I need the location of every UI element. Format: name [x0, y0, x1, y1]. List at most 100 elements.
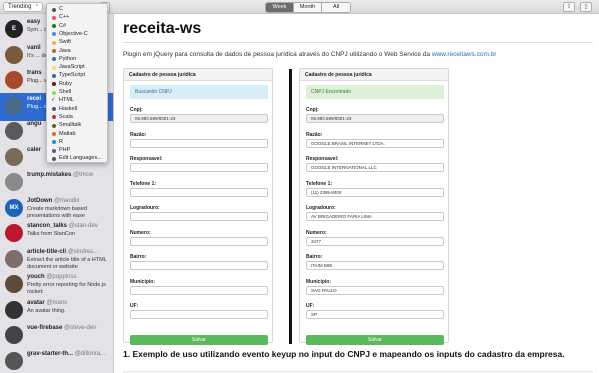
language-color-dot [52, 24, 56, 29]
repo-list-item[interactable]: grav-starter-th... @dillonra... [0, 348, 113, 373]
field-label: UF: [306, 303, 315, 309]
language-color-dot [52, 57, 56, 62]
save-button[interactable]: Salvar [306, 335, 444, 345]
language-color-dot [52, 132, 56, 136]
period-segmented-control: Week Month All [265, 2, 351, 13]
page-title: receita-ws [123, 20, 202, 37]
repo-list-item[interactable]: MX JotDown @mandix Create markdown based p… [0, 195, 113, 223]
language-menu-item[interactable]: JavaScript [47, 63, 107, 72]
language-menu-item[interactable]: Haskell [47, 105, 107, 114]
language-label: TypeScript [59, 72, 85, 79]
repo-name-text: vue-firebase [27, 325, 63, 331]
save-button[interactable]: Salvar [130, 335, 268, 345]
trending-dropdown[interactable]: Trending ⌃ [3, 2, 43, 12]
field-label: Numero: [130, 229, 151, 236]
section-heading: 1. Exemplo de uso utilizando evento keyu… [123, 349, 565, 359]
language-menu-item[interactable]: ✓ HTML [47, 96, 107, 105]
avatar [5, 224, 23, 242]
form-input[interactable]: 06.990.590/0001-23 [130, 114, 268, 123]
form-input[interactable] [130, 212, 268, 221]
repo-name-text: recei [27, 95, 42, 102]
language-menu-item[interactable]: TypeScript [47, 71, 107, 80]
language-menu-item[interactable]: R [47, 138, 107, 147]
repo-list-item[interactable]: youch @poppinss Pretty error reporting fo… [0, 271, 113, 299]
language-menu-item[interactable]: Ruby [47, 80, 107, 89]
segment-all[interactable]: All [322, 3, 350, 12]
language-menu-item[interactable]: Smalltalk [47, 121, 107, 130]
form-input[interactable]: ITAIM BIBI [306, 261, 444, 270]
language-menu-item[interactable]: C [47, 5, 107, 14]
repo-name: youch @poppinss [27, 274, 76, 280]
repo-owner-handle: @poppinss [46, 274, 77, 280]
repo-name: recei [27, 96, 41, 102]
language-label: Python [59, 55, 77, 62]
language-label: R [59, 138, 63, 145]
field-label: Logradouro: [306, 205, 336, 211]
repo-description: Talks from StanCon [27, 231, 75, 237]
form-input[interactable]: SP [306, 310, 444, 319]
language-label: Objective-C [59, 30, 88, 37]
language-color-dot [52, 32, 56, 37]
form-input[interactable]: GOOGLE BRASIL INTERNET LTDA. [306, 138, 444, 148]
language-menu-item[interactable]: Edit Languages... [47, 154, 107, 163]
language-label: Java [59, 47, 71, 54]
language-menu-item[interactable]: C# [47, 22, 107, 31]
language-label: Matlab [59, 130, 76, 137]
language-menu-item[interactable]: Shell [47, 88, 107, 97]
language-menu-item[interactable]: Swift [47, 38, 107, 47]
field-label: Logradouro: [130, 205, 160, 211]
share-icon[interactable]: ⇧ [563, 2, 575, 12]
form-input[interactable] [130, 163, 268, 172]
language-menu-item[interactable]: PHP [47, 146, 107, 155]
segment-month[interactable]: Month [294, 3, 322, 12]
language-label: Edit Languages... [59, 155, 102, 162]
language-menu-item[interactable]: C++ [47, 13, 107, 22]
segment-week[interactable]: Week [266, 3, 294, 12]
language-menu-item[interactable]: Scala [47, 113, 107, 122]
repo-name-text: avatar [27, 299, 45, 306]
repo-list-item[interactable]: avatar @manx An avatar thing. [0, 297, 113, 325]
form-input[interactable]: 3477 [306, 236, 444, 246]
language-menu-item[interactable]: Python [47, 55, 107, 64]
repo-owner-handle: @steve-dev [64, 325, 97, 331]
form-panel-right: Cadastro de pessoa jurídica CNPJ Encontra… [299, 68, 449, 345]
form-header: Cadastro de pessoa jurídica [300, 69, 448, 81]
field-label: Município: [306, 278, 331, 285]
field-label: Bairro: [130, 254, 147, 260]
receitaws-link[interactable]: www.receitaws.com.br [432, 51, 497, 58]
form-input[interactable]: SAO PAULO [306, 285, 444, 295]
form-input[interactable]: (11) 2395-8400 [306, 187, 444, 197]
form-input[interactable] [130, 187, 268, 197]
checkmark-icon: ✓ [51, 97, 56, 104]
sidebar-toggle-icon[interactable]: ▯ [580, 2, 592, 12]
repo-name: easy [27, 19, 40, 25]
language-label: C [59, 6, 63, 12]
language-menu-item[interactable]: Objective-C [47, 30, 107, 39]
form-input[interactable] [130, 236, 268, 246]
form-input[interactable]: 06.990.590/0001-23 [306, 114, 444, 123]
field-label: Numero: [306, 229, 327, 236]
repo-list-item[interactable]: trump.mistakes @tmcw [0, 169, 113, 197]
trending-label: Trending [8, 4, 32, 10]
form-input[interactable] [130, 261, 268, 270]
form-input[interactable]: GOOGLE INTERNATIONAL LLC [306, 163, 444, 172]
language-color-dot [52, 107, 56, 112]
avatar [5, 326, 23, 344]
field-label: Cnpj: [306, 107, 319, 113]
avatar [5, 122, 23, 140]
status-alert: Buscando CNPJ [130, 85, 268, 99]
repo-list-item[interactable]: vue-firebase @steve-dev [0, 322, 113, 350]
language-menu-item[interactable]: Java [47, 47, 107, 56]
readme-view: receita-ws Plugin em jQuery para consult… [115, 14, 599, 373]
avatar [5, 275, 23, 293]
repo-list-item[interactable]: article-title-cli @sindres... Extract the… [0, 246, 113, 274]
avatar [5, 300, 23, 319]
repo-list-item[interactable]: stancon_talks @stan-dev Talks from StanCo… [0, 220, 113, 248]
form-input[interactable] [130, 138, 268, 148]
repo-name: caler [27, 147, 41, 153]
language-menu-item[interactable]: Matlab [47, 130, 107, 139]
form-input[interactable]: AV BRIGADEIRO FARIA LIMA [306, 212, 444, 221]
form-input[interactable] [130, 310, 268, 319]
form-input[interactable] [130, 285, 268, 295]
language-menu: C C++ C# Objective-C Swift Java Python JavaScri… [46, 3, 108, 163]
